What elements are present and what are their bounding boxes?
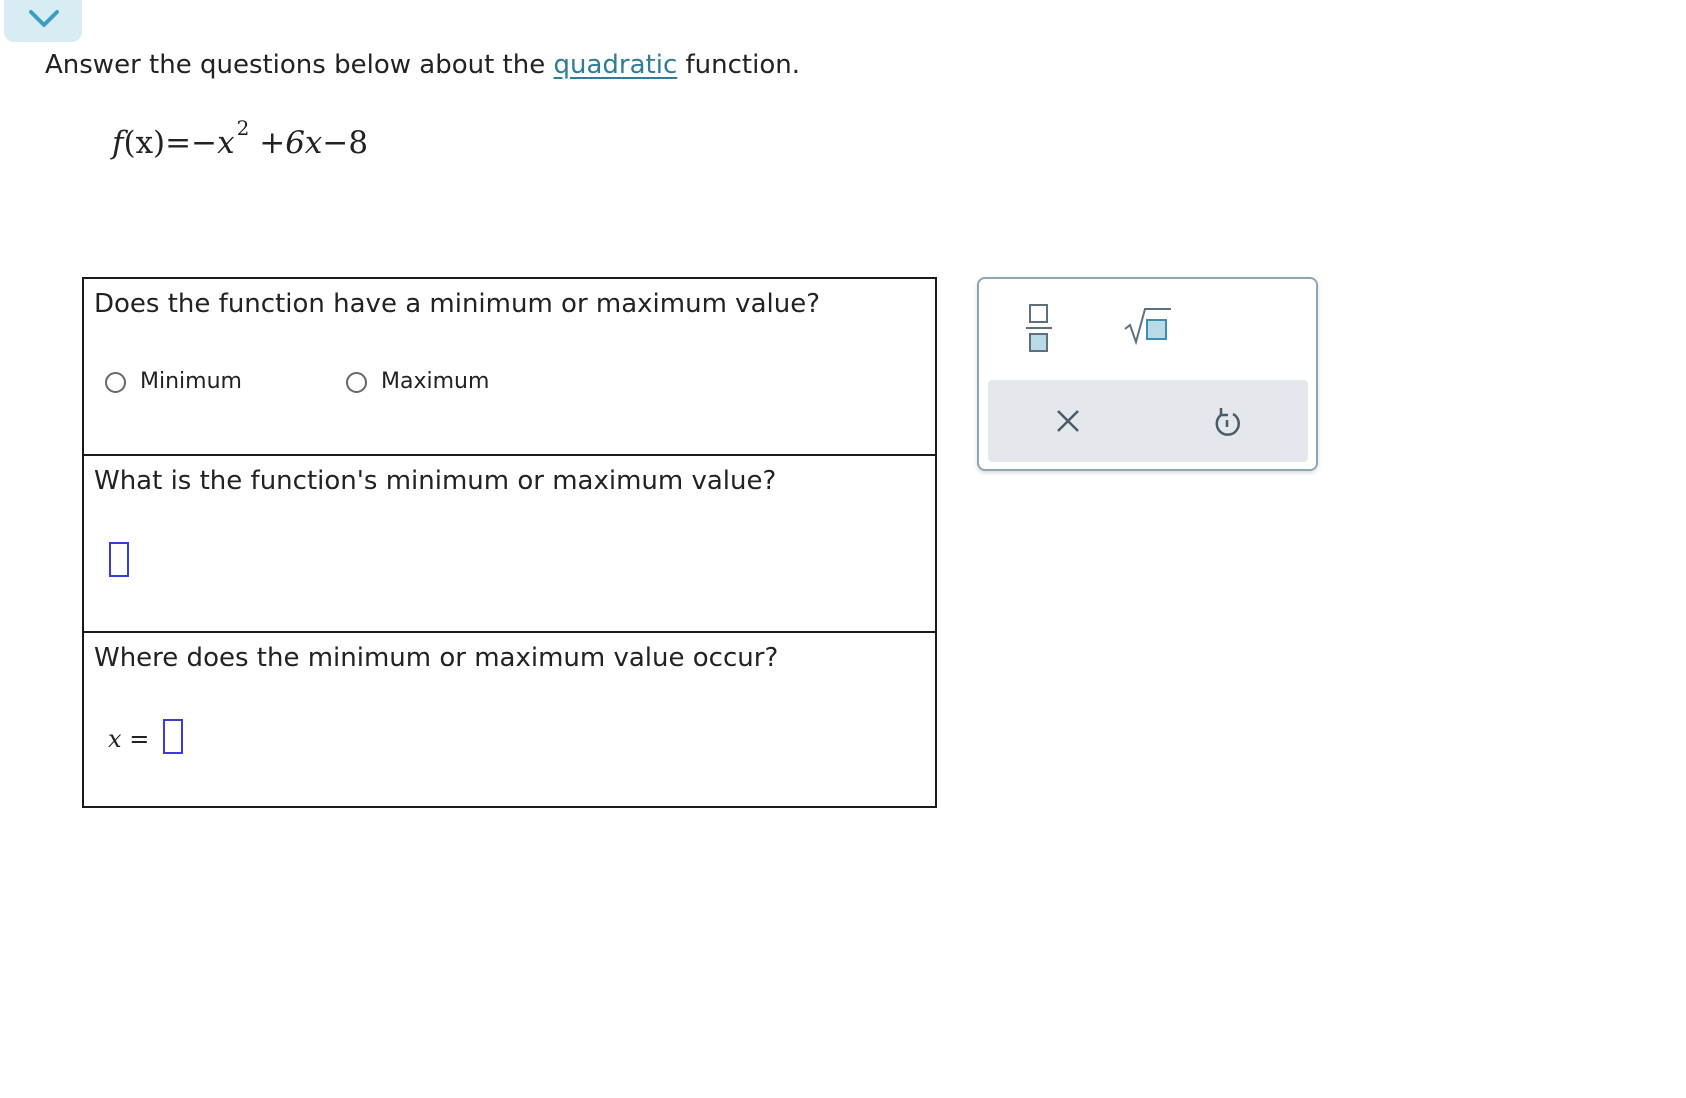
function-formula: f(x)=−x 2 +6x−8: [112, 116, 369, 171]
question-location: Where does the minimum or maximum value …: [84, 633, 935, 810]
x-variable: x: [108, 725, 122, 753]
formula-function-name: f: [112, 125, 124, 161]
formula-constant: 8: [348, 125, 369, 161]
extreme-value-input[interactable]: [109, 542, 129, 577]
clear-button[interactable]: [1053, 406, 1083, 440]
square-root-button[interactable]: [1123, 305, 1173, 349]
instruction-suffix: function.: [685, 50, 800, 80]
fraction-button[interactable]: [1024, 303, 1054, 357]
x-value-input[interactable]: [163, 719, 183, 754]
formula-argument: (x): [123, 125, 166, 161]
formula-negative-sign: −: [191, 125, 218, 161]
fraction-icon: [1026, 304, 1052, 352]
clear-icon: [1057, 410, 1079, 432]
question-min-or-max: Does the function have a minimum or maxi…: [84, 279, 935, 456]
formula-equals: =: [165, 125, 192, 161]
question-box: Does the function have a minimum or maxi…: [82, 277, 937, 808]
question-text: Where does the minimum or maximum value …: [94, 643, 779, 673]
collapse-toggle-button[interactable]: [4, 0, 82, 42]
quadratic-link[interactable]: quadratic: [553, 50, 677, 80]
formula-exponent: 2: [236, 116, 250, 140]
chevron-down-icon: [29, 10, 59, 27]
instruction-text: Answer the questions below about the qua…: [45, 48, 800, 82]
equals-sign: =: [129, 725, 150, 753]
formula-term2: 6x: [285, 125, 323, 161]
formula-minus: −: [322, 125, 349, 161]
action-tray: [988, 380, 1308, 462]
question-text: What is the function's minimum or maximu…: [94, 466, 777, 496]
instruction-prefix: Answer the questions below about the: [45, 50, 546, 80]
x-equals-label: x =: [108, 725, 149, 753]
radio-circle-icon[interactable]: [346, 371, 367, 393]
maximum-radio-option[interactable]: Maximum: [346, 369, 489, 395]
undo-button[interactable]: [1212, 406, 1242, 442]
minimum-radio-option[interactable]: Minimum: [105, 369, 242, 395]
math-palette: [977, 277, 1318, 471]
formula-term1-variable: x: [217, 125, 235, 161]
question-text: Does the function have a minimum or maxi…: [94, 289, 820, 319]
minimum-radio-label[interactable]: Minimum: [140, 369, 242, 395]
formula-plus: +: [259, 125, 286, 161]
square-root-icon: [1124, 308, 1171, 346]
maximum-radio-label[interactable]: Maximum: [381, 369, 489, 395]
undo-icon: [1215, 408, 1240, 436]
question-extreme-value: What is the function's minimum or maximu…: [84, 456, 935, 633]
radio-circle-icon[interactable]: [105, 371, 126, 393]
